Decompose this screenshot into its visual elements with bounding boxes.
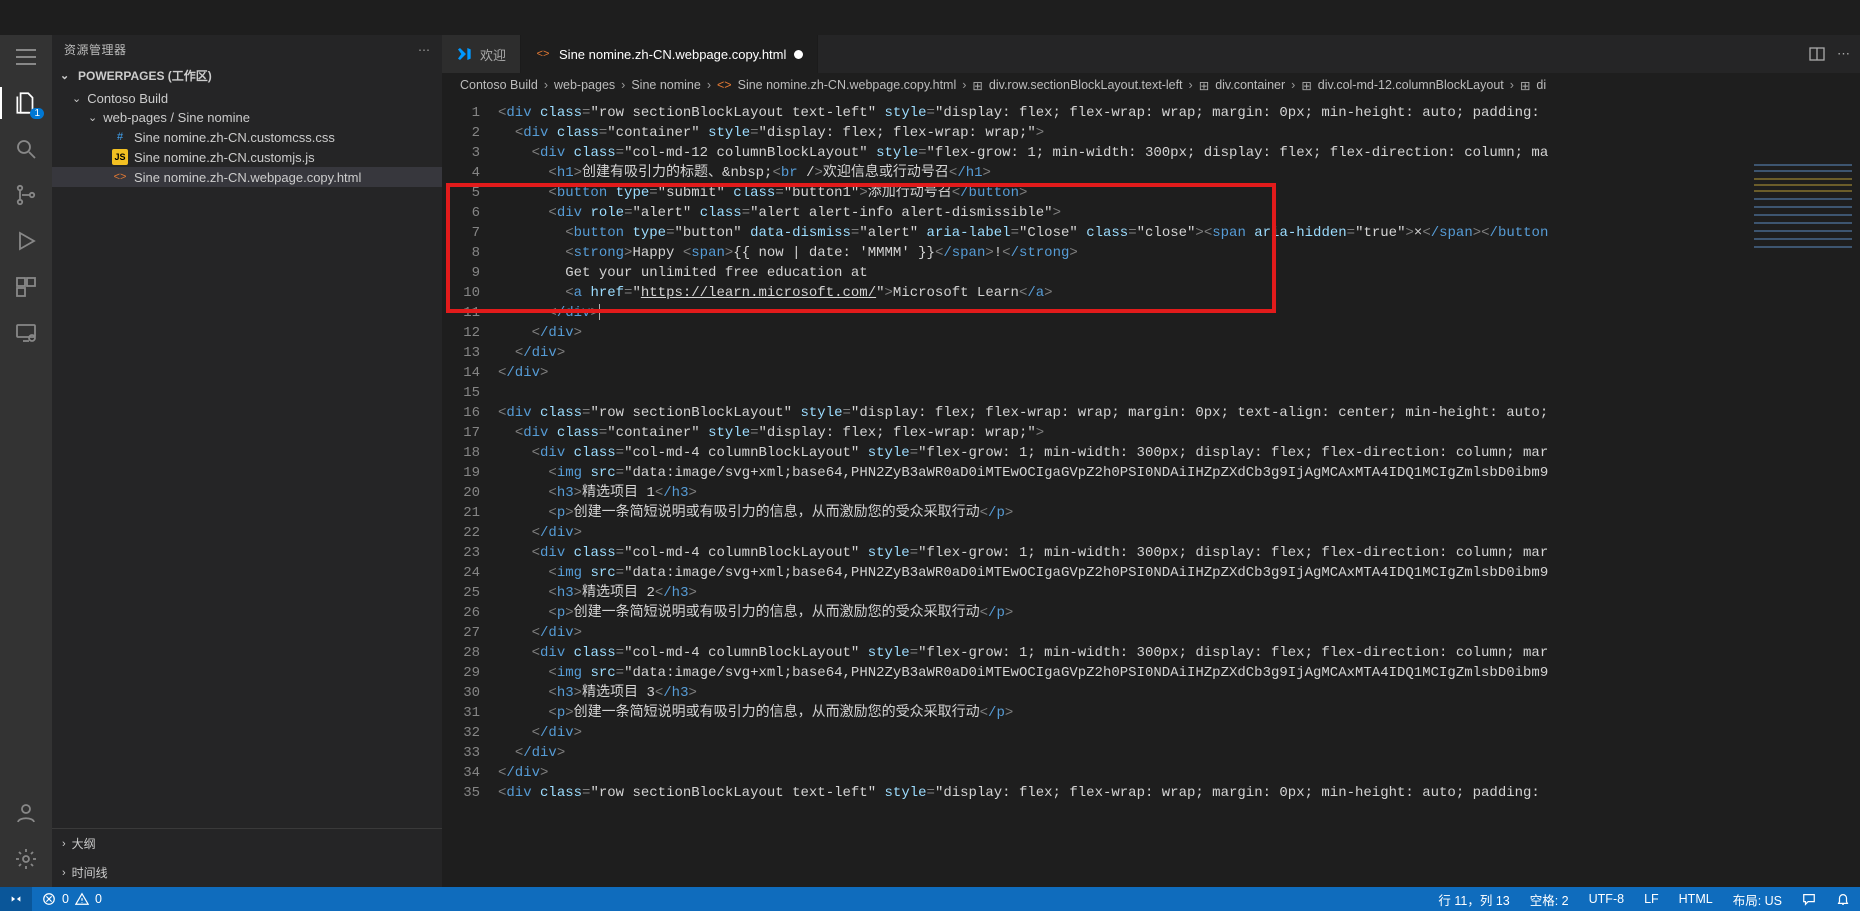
line-gutter: 1234567891011121314151617181920212223242…	[442, 97, 494, 887]
status-bar: 0 0 行 11，列 13 空格: 2 UTF-8 LF HTML 布局: US	[0, 887, 1860, 911]
chevron-down-icon: ⌄	[60, 69, 74, 82]
file-css[interactable]: # Sine nomine.zh-CN.customcss.css	[52, 127, 442, 147]
chevron-right-icon: ›	[62, 838, 66, 850]
tab-welcome[interactable]: 欢迎	[442, 35, 521, 73]
chevron-right-icon: ›	[62, 867, 66, 879]
search-icon[interactable]	[12, 135, 40, 163]
eol[interactable]: LF	[1634, 890, 1669, 909]
element-icon: ⊞	[1199, 78, 1209, 93]
sidebar-title: 资源管理器	[64, 41, 418, 58]
html-file-icon: <>	[717, 78, 732, 92]
indentation[interactable]: 空格: 2	[1520, 890, 1579, 909]
chevron-down-icon: ⌄	[88, 111, 97, 124]
html-file-icon: <>	[535, 46, 551, 62]
settings-icon[interactable]	[12, 845, 40, 873]
editor-tabs: 欢迎 <> Sine nomine.zh-CN.webpage.copy.htm…	[442, 35, 1860, 73]
tab-htmlfile[interactable]: <> Sine nomine.zh-CN.webpage.copy.html	[521, 35, 818, 73]
html-file-icon: <>	[112, 169, 128, 185]
js-file-icon: JS	[112, 149, 128, 165]
file-html[interactable]: <> Sine nomine.zh-CN.webpage.copy.html	[52, 167, 442, 187]
explorer-badge: 1	[30, 108, 44, 119]
remote-indicator[interactable]	[0, 887, 32, 911]
element-icon: ⊞	[1520, 78, 1530, 93]
css-file-icon: #	[112, 129, 128, 145]
source-control-icon[interactable]	[12, 181, 40, 209]
extensions-icon[interactable]	[12, 273, 40, 301]
explorer-icon[interactable]: 1	[12, 89, 40, 117]
modified-indicator	[794, 50, 803, 59]
folder-contoso[interactable]: ⌄ Contoso Build	[52, 89, 442, 108]
element-icon: ⊞	[972, 78, 982, 93]
element-icon: ⊞	[1301, 78, 1311, 93]
keyboard-layout[interactable]: 布局: US	[1723, 890, 1792, 909]
encoding[interactable]: UTF-8	[1579, 890, 1634, 909]
vscode-icon	[456, 46, 472, 62]
cursor-position[interactable]: 行 11，列 13	[1428, 890, 1519, 909]
code-editor[interactable]: 1234567891011121314151617181920212223242…	[442, 97, 1860, 887]
feedback-icon[interactable]	[1792, 890, 1826, 909]
account-icon[interactable]	[12, 799, 40, 827]
activity-bar: 1	[0, 35, 52, 887]
outline-section[interactable]: › 大纲	[52, 829, 442, 858]
problems-indicator[interactable]: 0 0	[32, 892, 112, 906]
timeline-section[interactable]: › 时间线	[52, 858, 442, 887]
split-editor-icon[interactable]	[1809, 46, 1825, 62]
folder-webpages[interactable]: ⌄ web-pages / Sine nomine	[52, 108, 442, 127]
breadcrumbs[interactable]: Contoso Build› web-pages› Sine nomine› <…	[442, 73, 1860, 97]
run-debug-icon[interactable]	[12, 227, 40, 255]
sidebar-more-icon[interactable]: ⋯	[418, 43, 430, 57]
more-actions-icon[interactable]: ⋯	[1837, 46, 1850, 62]
file-js[interactable]: JS Sine nomine.zh-CN.customjs.js	[52, 147, 442, 167]
title-bar	[0, 0, 1860, 35]
chevron-down-icon: ⌄	[72, 92, 81, 105]
remote-explorer-icon[interactable]	[12, 319, 40, 347]
workspace-header[interactable]: ⌄ POWERPAGES (工作区)	[52, 64, 442, 87]
language-mode[interactable]: HTML	[1669, 890, 1723, 909]
notifications-icon[interactable]	[1826, 890, 1860, 909]
explorer-sidebar: 资源管理器 ⋯ ⌄ POWERPAGES (工作区) ⌄ Contoso Bui…	[52, 35, 442, 887]
minimap[interactable]	[1750, 160, 1860, 887]
menu-icon[interactable]	[12, 43, 40, 71]
